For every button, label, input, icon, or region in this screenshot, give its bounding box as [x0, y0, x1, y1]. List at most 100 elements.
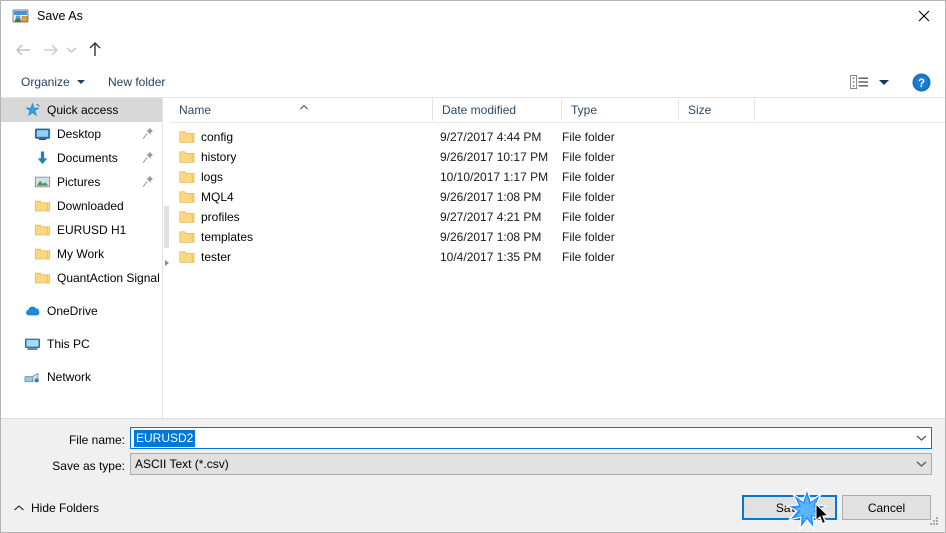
hide-folders-button[interactable]: Hide Folders	[12, 498, 99, 518]
chevron-down-icon	[66, 47, 76, 53]
sidebar-item-label: Documents	[57, 151, 118, 165]
new-folder-button[interactable]: New folder	[100, 67, 173, 97]
sidebar-item-network[interactable]: Network	[1, 365, 162, 389]
table-row[interactable]: logs 10/10/2017 1:17 PM File folder	[170, 167, 945, 187]
star-pin-icon	[24, 102, 41, 118]
folder-icon	[179, 131, 195, 143]
cell-type: File folder	[562, 170, 615, 184]
back-button[interactable]	[12, 39, 34, 61]
folder-icon	[179, 230, 195, 244]
sidebar-item-my-work[interactable]: My Work	[1, 242, 162, 266]
folder-icon	[179, 210, 195, 224]
sidebar-item-downloaded[interactable]: Downloaded	[1, 194, 162, 218]
save-as-type-dropdown-button[interactable]	[911, 454, 931, 474]
column-header-type[interactable]: Type	[562, 98, 679, 121]
splitter-grip[interactable]	[164, 206, 169, 248]
pin-icon	[142, 175, 153, 187]
folder-icon	[179, 250, 195, 264]
folder-icon	[34, 246, 51, 262]
recent-locations-button[interactable]	[63, 39, 79, 61]
resize-grip-icon[interactable]	[928, 515, 941, 528]
up-button[interactable]	[84, 39, 106, 61]
organize-button[interactable]: Organize	[13, 67, 93, 97]
folder-icon	[179, 170, 195, 184]
folder-icon	[179, 150, 195, 164]
folder-icon	[34, 272, 50, 284]
folder-icon	[179, 190, 195, 204]
desktop-icon	[35, 128, 50, 140]
onedrive-icon	[26, 306, 40, 316]
help-button[interactable]: ?	[912, 73, 931, 92]
file-name-label: File name:	[68, 433, 125, 447]
folder-icon	[179, 130, 195, 144]
sidebar-item-quantaction-signal[interactable]: QuantAction Signal	[1, 266, 162, 290]
file-rows-container: config 9/27/2017 4:44 PM File folder histor…	[170, 123, 945, 267]
file-list-pane: Name Date modified Type Size config 9/27/…	[170, 98, 945, 418]
file-name-field[interactable]: EURUSD2	[130, 427, 932, 449]
sidebar-item-label: OneDrive	[47, 304, 98, 318]
save-as-type-field[interactable]: ASCII Text (*.csv)	[130, 453, 932, 475]
chevron-down-icon	[916, 461, 926, 467]
close-button[interactable]	[901, 1, 945, 31]
sidebar-item-desktop[interactable]: Desktop	[1, 122, 162, 146]
column-label: Size	[688, 102, 712, 117]
sidebar-item-documents[interactable]: Documents	[1, 146, 162, 170]
pin-icon[interactable]	[142, 151, 154, 164]
sidebar-item-label: Pictures	[57, 175, 101, 189]
sidebar-item-label: QuantAction Signal	[57, 271, 160, 285]
folder-icon	[34, 222, 51, 238]
sidebar-item-label: EURUSD H1	[57, 223, 127, 237]
forward-button[interactable]	[39, 39, 61, 61]
cancel-button-label: Cancel	[867, 500, 906, 515]
title-bar: Save As	[1, 1, 945, 32]
column-header-size[interactable]: Size	[679, 98, 755, 121]
table-row[interactable]: tester 10/4/2017 1:35 PM File folder	[170, 247, 945, 267]
pin-icon[interactable]	[142, 175, 154, 188]
arrow-left-icon	[15, 44, 30, 56]
save-as-type-label: Save as type:	[52, 459, 125, 473]
column-header-name[interactable]: Name	[170, 98, 433, 121]
chevron-up-icon	[12, 501, 26, 515]
view-options-button[interactable]	[850, 71, 889, 93]
pin-icon[interactable]	[142, 127, 154, 140]
chevron-down-icon	[879, 79, 889, 85]
close-icon	[918, 10, 930, 22]
cell-type: File folder	[562, 130, 615, 144]
table-row[interactable]: config 9/27/2017 4:44 PM File folder	[170, 127, 945, 147]
sidebar-item-this-pc[interactable]: This PC	[1, 332, 162, 356]
sidebar-item-eurusd-h1[interactable]: EURUSD H1	[1, 218, 162, 242]
column-label: Type	[571, 102, 598, 117]
sidebar-item-quick-access[interactable]: Quick access	[1, 98, 162, 122]
cell-name: MQL4	[201, 190, 234, 204]
cancel-button[interactable]: Cancel	[842, 495, 931, 520]
pin-icon	[142, 127, 153, 139]
table-row[interactable]: templates 9/26/2017 1:08 PM File folder	[170, 227, 945, 247]
sidebar-item-pictures[interactable]: Pictures	[1, 170, 162, 194]
folder-icon	[179, 151, 195, 163]
cell-date: 9/26/2017 1:08 PM	[440, 190, 542, 204]
save-as-dialog: Save As Search 915566BA06ADA40756... Org…	[0, 0, 946, 533]
table-row[interactable]: history 9/26/2017 10:17 PM File folder	[170, 147, 945, 167]
table-row[interactable]: MQL4 9/26/2017 1:08 PM File folder	[170, 187, 945, 207]
cell-date: 9/27/2017 4:44 PM	[440, 130, 542, 144]
onedrive-icon	[24, 303, 41, 319]
pane-splitter[interactable]	[162, 98, 170, 418]
column-header-date-modified[interactable]: Date modified	[433, 98, 562, 121]
column-header-row: Name Date modified Type Size	[170, 98, 945, 123]
thispc-icon	[24, 336, 41, 352]
new-folder-label: New folder	[108, 75, 166, 89]
cell-date: 10/10/2017 1:17 PM	[440, 170, 549, 184]
table-row[interactable]: profiles 9/27/2017 4:21 PM File folder	[170, 207, 945, 227]
cell-date: 9/26/2017 1:08 PM	[440, 230, 542, 244]
sidebar-item-onedrive[interactable]: OneDrive	[1, 299, 162, 323]
help-icon: ?	[912, 73, 931, 92]
view-options-icon	[850, 75, 868, 89]
folder-icon	[179, 231, 195, 243]
window-title: Save As	[37, 9, 83, 23]
file-name-dropdown-button[interactable]	[911, 428, 931, 448]
cell-type: File folder	[562, 190, 615, 204]
file-name-value[interactable]: EURUSD2	[134, 429, 196, 447]
save-button[interactable]: Save	[742, 495, 837, 520]
